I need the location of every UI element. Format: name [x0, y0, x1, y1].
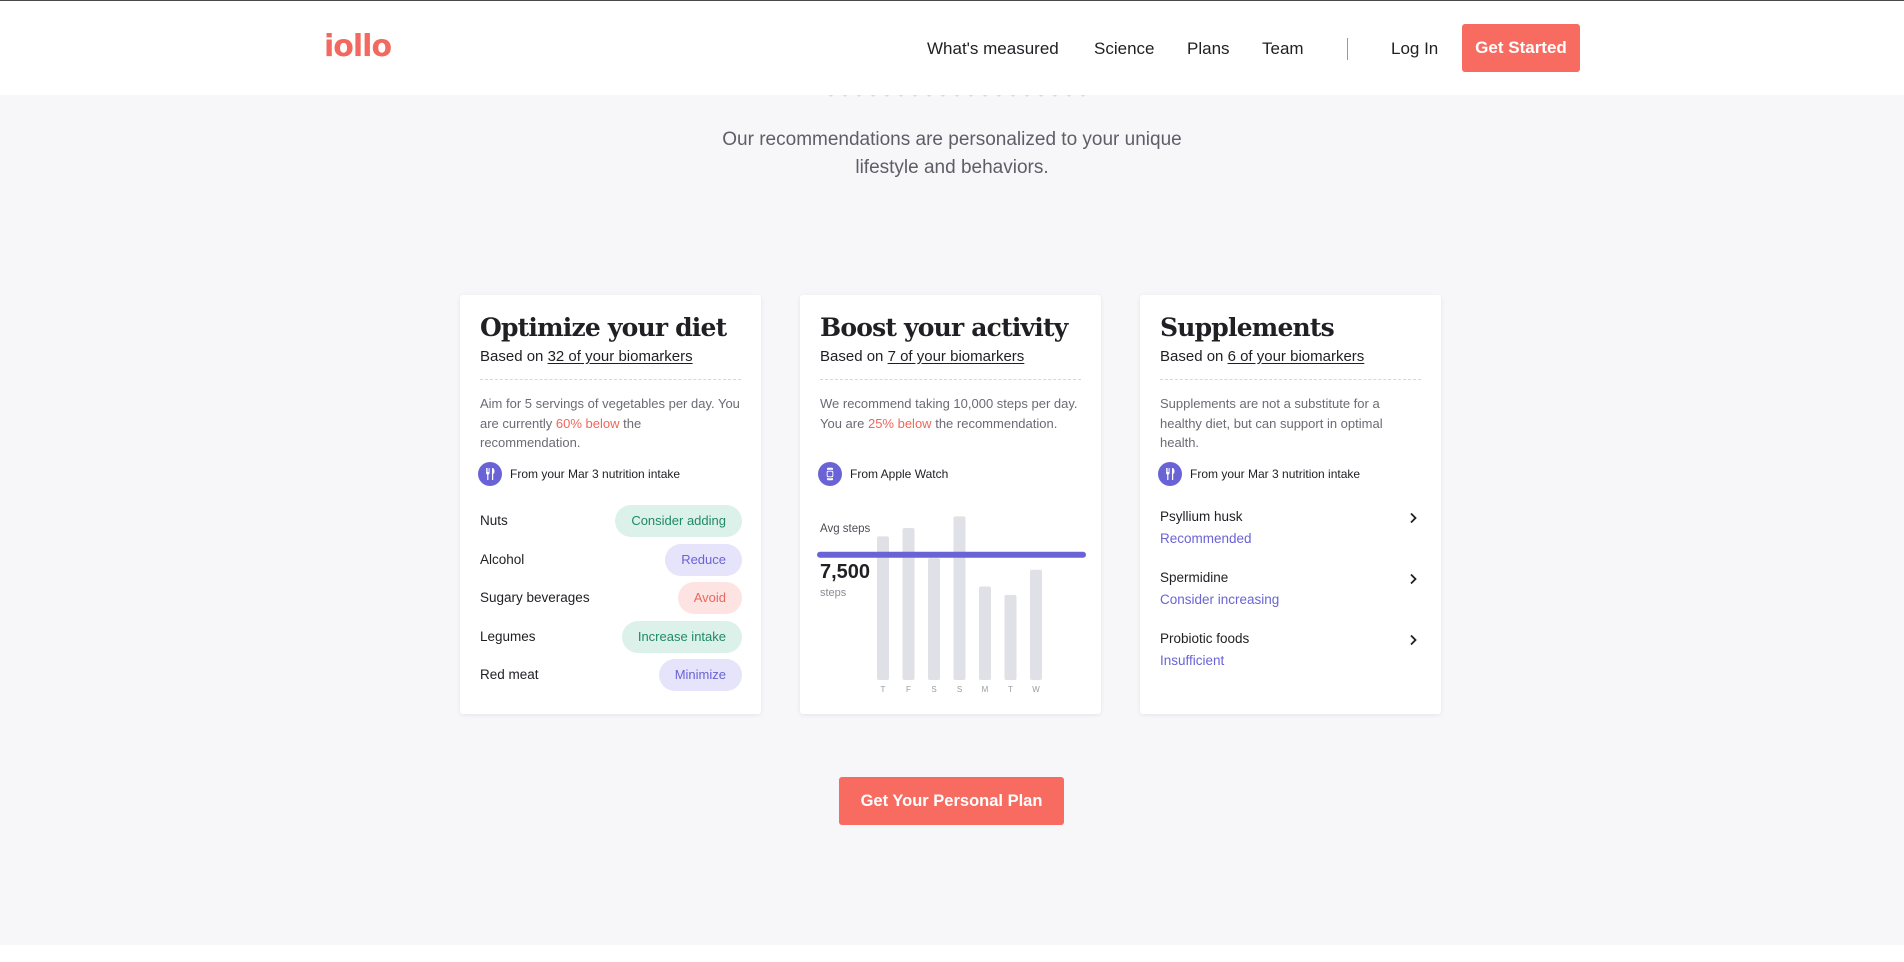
diet-action-badge[interactable]: Increase intake	[621, 620, 742, 653]
diet-source: From your Mar 3 nutrition intake	[478, 462, 680, 486]
chevron-right-icon	[1410, 634, 1417, 646]
subtitle-line-1: Our recommendations are personalized to …	[722, 129, 1182, 150]
diet-item-label: Legumes	[480, 628, 536, 644]
diet-action-badge[interactable]: Avoid	[677, 582, 742, 614]
utensils-icon	[478, 462, 502, 486]
diet-item-sugary-beverages: Sugary beverages Avoid	[480, 582, 742, 621]
steps-bar	[979, 586, 991, 680]
avg-steps-unit: steps	[820, 587, 847, 599]
supplement-status: Consider increasing	[1160, 592, 1280, 607]
supplement-name: Probiotic foods	[1160, 631, 1250, 646]
supplements-based-on: Based on 6 of your biomarkers	[1160, 348, 1364, 365]
nav-link-science[interactable]: Science	[1094, 39, 1154, 59]
nav-link-team[interactable]: Team	[1262, 39, 1304, 59]
steps-day-label: F	[906, 685, 911, 694]
main-nav: What's measured Science Plans Team Log I…	[0, 1, 1904, 95]
supplement-name: Psyllium husk	[1160, 509, 1243, 524]
steps-day-label: T	[881, 685, 886, 694]
diet-source-text: From your Mar 3 nutrition intake	[510, 467, 681, 481]
site-header: iollo What's measured Science Plans Team…	[0, 1, 1904, 95]
chevron-right-icon	[1410, 512, 1417, 524]
steps-bar	[1030, 569, 1042, 680]
diet-action-badge[interactable]: Minimize	[658, 659, 742, 691]
supplement-name: Spermidine	[1160, 570, 1229, 585]
steps-bar-chart: TFSSMTW	[817, 516, 1086, 694]
steps-bar	[902, 528, 915, 680]
login-link[interactable]: Log In	[1391, 39, 1438, 59]
supplement-item-probiotic-foods[interactable]: Probiotic foods Insufficient	[1160, 631, 1422, 692]
diet-divider	[480, 379, 741, 380]
diet-item-alcohol: Alcohol Reduce	[480, 543, 742, 583]
steps-bar	[1004, 594, 1017, 680]
diet-item-label: Nuts	[480, 513, 508, 528]
chevron-right-icon	[1410, 573, 1417, 585]
steps-day-label: M	[982, 685, 989, 694]
diet-item-label: Red meat	[480, 667, 539, 682]
steps-day-label: W	[1032, 685, 1040, 694]
recommendations-section: Our recommendations are personalized to …	[0, 93, 1904, 945]
supplements-card: Supplements Based on 6 of your biomarker…	[1140, 295, 1441, 714]
supplements-source: From your Mar 3 nutrition intake	[1158, 462, 1360, 486]
activity-card: Boost your activity Based on 7 of your b…	[800, 295, 1101, 714]
diet-based-on: Based on 32 of your biomarkers	[480, 348, 693, 365]
supplements-divider	[1160, 379, 1421, 380]
supplement-item-psyllium-husk[interactable]: Psyllium husk Recommended	[1160, 509, 1422, 570]
diet-item-red-meat: Red meat Minimize	[480, 659, 742, 698]
utensils-icon	[1158, 462, 1182, 486]
avg-steps-value: 7,500	[820, 561, 871, 583]
supplements-based-prefix: Based on	[1160, 348, 1224, 365]
nav-link-plans[interactable]: Plans	[1187, 39, 1230, 59]
supplements-card-title: Supplements	[1160, 313, 1335, 342]
diet-item-nuts: Nuts Consider adding	[480, 505, 742, 544]
supplements-list: Psyllium husk Recommended Spermidine Con…	[1160, 509, 1422, 692]
supplement-status: Recommended	[1160, 531, 1252, 546]
supplements-biomarkers-link[interactable]: 6 of your biomarkers	[1228, 348, 1365, 365]
steps-bar	[877, 536, 889, 680]
nav-link-whats-measured[interactable]: What's measured	[927, 39, 1059, 59]
diet-action-badge[interactable]: Consider adding	[615, 505, 742, 537]
get-personal-plan-button[interactable]: Get Your Personal Plan	[839, 777, 1064, 825]
diet-card-title: Optimize your diet	[480, 313, 727, 342]
steps-day-label: T	[1008, 685, 1013, 694]
diet-card: Optimize your diet Based on 32 of your b…	[460, 295, 761, 714]
nav-divider	[1347, 38, 1348, 60]
section-subtitle: Our recommendations are personalized to …	[702, 126, 1202, 182]
diet-description: Aim for 5 servings of vegetables per day…	[480, 394, 745, 453]
subtitle-line-2: lifestyle and behaviors.	[855, 157, 1049, 178]
diet-recommendation-list: Nuts Consider adding Alcohol Reduce Suga…	[480, 505, 742, 698]
supplements-description: Supplements are not a substitute for a h…	[1160, 394, 1425, 453]
get-started-button[interactable]: Get Started	[1462, 24, 1580, 72]
diet-item-label: Sugary beverages	[480, 590, 590, 605]
steps-day-label: S	[931, 685, 936, 694]
steps-bar	[928, 558, 940, 680]
diet-desc-highlight: 60% below	[555, 415, 620, 431]
diet-item-label: Alcohol	[480, 551, 525, 567]
supplement-status: Insufficient	[1160, 653, 1225, 668]
diet-item-legumes: Legumes Increase intake	[480, 620, 742, 660]
supplements-source-text: From your Mar 3 nutrition intake	[1190, 467, 1361, 481]
steps-bar	[953, 516, 966, 680]
diet-action-badge[interactable]: Reduce	[665, 543, 742, 576]
diet-based-prefix: Based on	[480, 348, 544, 365]
steps-day-label: S	[957, 685, 962, 694]
supplement-item-spermidine[interactable]: Spermidine Consider increasing	[1160, 570, 1422, 631]
diet-biomarkers-link[interactable]: 32 of your biomarkers	[548, 348, 693, 365]
supplements-desc-text: Supplements are not a substitute for a h…	[1160, 396, 1383, 450]
